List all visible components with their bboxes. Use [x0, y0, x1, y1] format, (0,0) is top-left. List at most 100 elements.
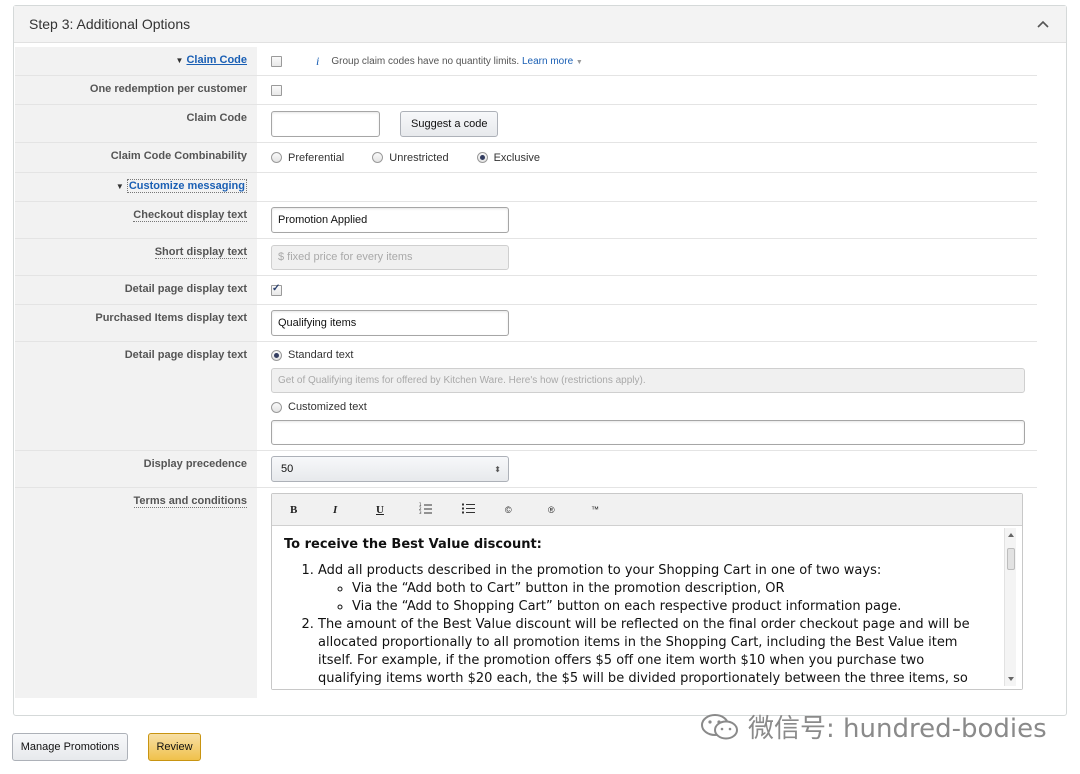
- claim-code-checkbox[interactable]: [271, 55, 282, 67]
- underline-button[interactable]: U: [376, 504, 419, 516]
- wechat-icon: [701, 713, 738, 739]
- short-display-input: $ fixed price for every items: [271, 244, 509, 270]
- radio-exclusive-dot[interactable]: [476, 152, 488, 163]
- terms-sublist: Via the “Add both to Cart” button in the…: [318, 580, 992, 616]
- claim-code-note: Group claim codes have no quantity limit…: [331, 56, 583, 67]
- bold-button[interactable]: B: [290, 504, 333, 516]
- purchased-items-input[interactable]: Qualifying items: [271, 310, 509, 336]
- ordered-list-button[interactable]: 123: [419, 502, 462, 517]
- claim-code-input[interactable]: [271, 110, 380, 137]
- editor-scrollbar[interactable]: [1004, 528, 1016, 686]
- radio-standard-label: Standard text: [288, 349, 354, 361]
- chevron-up-icon[interactable]: [1036, 17, 1050, 31]
- display-precedence-select[interactable]: 50 ⬍: [271, 456, 509, 482]
- terms-heading: To receive the Best Value discount:: [284, 537, 542, 552]
- row-combinability: Claim Code Combinability Preferential Un…: [15, 143, 1037, 173]
- info-icon: i: [316, 53, 320, 68]
- panel-title: Step 3: Additional Options: [29, 16, 191, 32]
- scroll-down-icon[interactable]: [1005, 674, 1017, 684]
- checkout-display-field: Promotion Applied: [257, 202, 1037, 238]
- unordered-list-icon: [462, 503, 475, 514]
- detail-page-text-field: Standard text Get of Qualifying items fo…: [257, 342, 1037, 450]
- scroll-up-icon[interactable]: [1005, 530, 1017, 540]
- scrollbar-thumb[interactable]: [1007, 548, 1015, 570]
- radio-preferential-dot[interactable]: [271, 152, 282, 163]
- checkout-display-input[interactable]: Promotion Applied: [271, 207, 509, 233]
- italic-button[interactable]: I: [333, 504, 376, 516]
- panel-header[interactable]: Step 3: Additional Options: [14, 6, 1066, 43]
- checkout-display-label: Checkout display text: [133, 209, 247, 222]
- customize-messaging-field: [257, 173, 1037, 201]
- row-claim-code: Claim Code Suggest a code: [15, 105, 1037, 143]
- caret-down-icon[interactable]: ▼: [176, 56, 184, 65]
- claim-code-field: Suggest a code: [257, 105, 1037, 142]
- purchased-items-field: Qualifying items: [257, 305, 1037, 341]
- display-precedence-label: Display precedence: [15, 451, 257, 487]
- review-button[interactable]: Review: [148, 733, 201, 761]
- editor-content[interactable]: To receive the Best Value discount: Add …: [272, 526, 1022, 689]
- claim-code-toggle-field: i Group claim codes have no quantity lim…: [257, 47, 1037, 75]
- row-terms: Terms and conditions B I U 123 © ® ™ To …: [15, 488, 1037, 698]
- terms-subitem-2: Via the “Add to Shopping Cart” button on…: [352, 598, 992, 616]
- short-display-label: Short display text: [154, 246, 247, 259]
- radio-standard-text[interactable]: Standard text: [271, 348, 353, 362]
- select-arrows-icon: ⬍: [494, 464, 501, 474]
- terms-subitem-1: Via the “Add both to Cart” button in the…: [352, 580, 992, 598]
- claim-code-note-text: Group claim codes have no quantity limit…: [331, 55, 520, 67]
- radio-unrestricted[interactable]: Unrestricted: [372, 151, 449, 164]
- terms-label-cell: Terms and conditions: [15, 488, 257, 698]
- terms-item-1: Add all products described in the promot…: [318, 562, 992, 616]
- registered-button[interactable]: ®: [548, 505, 591, 515]
- radio-customized-dot[interactable]: [271, 401, 282, 413]
- suggest-code-button[interactable]: Suggest a code: [400, 110, 499, 137]
- learn-more-caret-icon: ▼: [575, 58, 583, 66]
- radio-unrestricted-dot[interactable]: [372, 152, 384, 163]
- short-display-label-cell: Short display text: [15, 239, 257, 275]
- detail-page-checkbox[interactable]: [271, 283, 282, 296]
- caret-down-icon[interactable]: ▼: [116, 182, 124, 191]
- claim-code-label: Claim Code: [15, 105, 257, 142]
- radio-standard-dot[interactable]: [271, 349, 282, 361]
- radio-preferential[interactable]: Preferential: [271, 152, 344, 164]
- customize-messaging-cell: ▼ Customize messaging: [15, 173, 257, 201]
- radio-exclusive[interactable]: Exclusive: [476, 151, 541, 164]
- editor-toolbar: B I U 123 © ® ™: [272, 494, 1022, 526]
- row-claim-code-toggle: ▼ Claim Code i Group claim codes have no…: [15, 47, 1037, 76]
- one-redemption-checkbox[interactable]: [271, 84, 282, 96]
- customized-text-input[interactable]: [271, 420, 1025, 445]
- row-checkout-display: Checkout display text Promotion Applied: [15, 202, 1037, 239]
- row-detail-page-text: Detail page display text Standard text G…: [15, 342, 1037, 451]
- unordered-list-button[interactable]: [462, 502, 505, 517]
- row-detail-page-checkbox: Detail page display text: [15, 276, 1037, 305]
- terms-editor[interactable]: B I U 123 © ® ™ To receive the Best Valu…: [271, 493, 1023, 690]
- claim-code-toggle-link[interactable]: Claim Code: [186, 54, 247, 66]
- row-display-precedence: Display precedence 50 ⬍: [15, 451, 1037, 488]
- claim-code-toggle-label-cell: ▼ Claim Code: [15, 47, 257, 75]
- radio-customized-label: Customized text: [288, 401, 367, 413]
- combinability-field: Preferential Unrestricted Exclusive: [257, 143, 1037, 172]
- radio-exclusive-label: Exclusive: [493, 151, 541, 164]
- detail-page-checkbox-field: [257, 276, 1037, 304]
- terms-item-2-text-b: For example, if the promotion offers $5 …: [318, 653, 968, 686]
- display-precedence-field: 50 ⬍: [257, 451, 1037, 487]
- short-display-field: $ fixed price for every items: [257, 239, 1037, 275]
- trademark-button[interactable]: ™: [591, 505, 634, 514]
- radio-customized-text[interactable]: Customized text: [271, 400, 367, 414]
- customize-messaging-link[interactable]: Customize messaging: [126, 179, 247, 193]
- one-redemption-field: [257, 76, 1037, 104]
- terms-field: B I U 123 © ® ™ To receive the Best Valu…: [257, 488, 1037, 698]
- radio-unrestricted-label: Unrestricted: [389, 151, 449, 164]
- watermark: 微信号: hundred-bodies: [700, 708, 1047, 745]
- ordered-list-icon: 123: [419, 502, 432, 515]
- copyright-button[interactable]: ©: [505, 505, 548, 515]
- terms-item-1-text: Add all products described in the promot…: [318, 563, 882, 578]
- row-customize-messaging: ▼ Customize messaging: [15, 173, 1037, 202]
- row-one-redemption: One redemption per customer: [15, 76, 1037, 105]
- one-redemption-label: One redemption per customer: [15, 76, 257, 104]
- learn-more-link[interactable]: Learn more: [522, 56, 573, 67]
- radio-preferential-label: Preferential: [288, 151, 345, 164]
- terms-list: Add all products described in the promot…: [284, 562, 992, 689]
- manage-promotions-button[interactable]: Manage Promotions: [12, 733, 128, 761]
- row-purchased-items: Purchased Items display text Qualifying …: [15, 305, 1037, 342]
- purchased-items-label: Purchased Items display text: [15, 305, 257, 341]
